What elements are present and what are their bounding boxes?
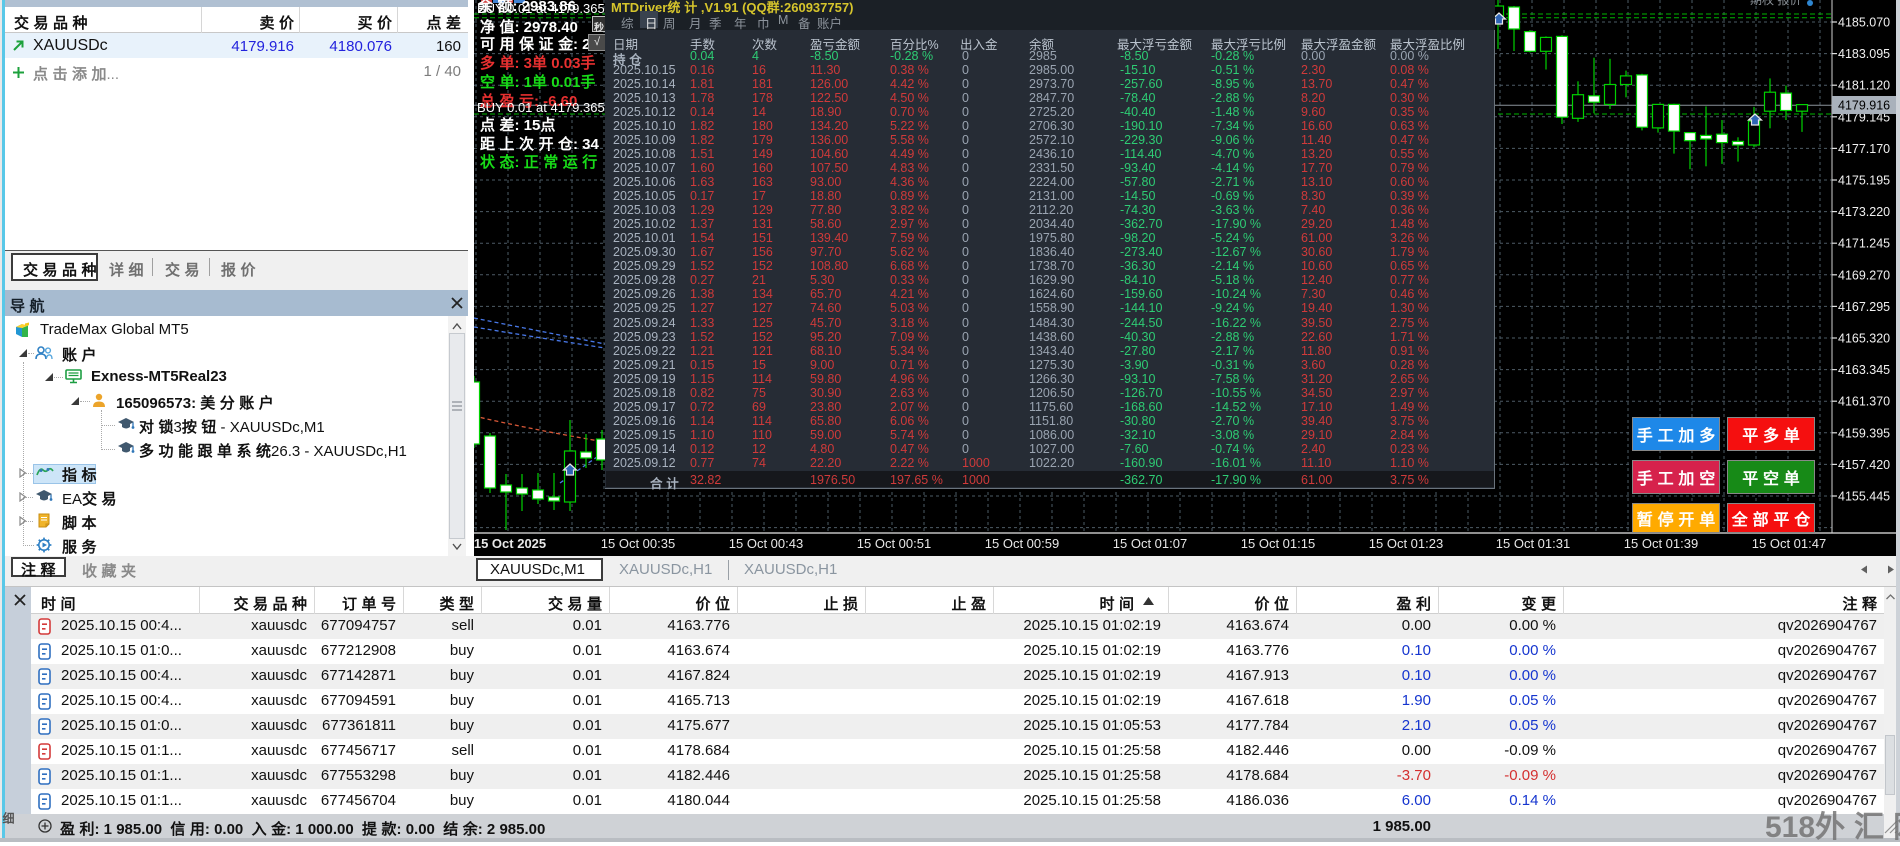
svg-text:15 Oct 01:31: 15 Oct 01:31 [1496,536,1570,551]
svg-text:15 Oct 01:07: 15 Oct 01:07 [1113,536,1187,551]
svg-text:期权 报价: 期权 报价 [1750,0,1801,7]
svg-text:4179.916: 4179.916 [1838,99,1890,113]
svg-text:15 Oct 01:23: 15 Oct 01:23 [1369,536,1443,551]
svg-text:15 Oct 01:47: 15 Oct 01:47 [1752,536,1826,551]
svg-text:4167.295: 4167.295 [1838,300,1890,314]
svg-text:4169.270: 4169.270 [1838,268,1890,282]
svg-text:15 Oct 00:43: 15 Oct 00:43 [729,536,803,551]
svg-text:4181.120: 4181.120 [1838,79,1890,93]
svg-text:15 Oct 01:39: 15 Oct 01:39 [1624,536,1698,551]
svg-text:15 Oct 01:15: 15 Oct 01:15 [1241,536,1315,551]
svg-text:15 Oct 2025: 15 Oct 2025 [474,536,546,551]
svg-text:4171.245: 4171.245 [1838,237,1890,251]
svg-text:4159.395: 4159.395 [1838,426,1890,440]
svg-text:4165.320: 4165.320 [1838,332,1890,346]
svg-text:4163.345: 4163.345 [1838,363,1890,377]
svg-text:4157.420: 4157.420 [1838,458,1890,472]
svg-text:15 Oct 00:35: 15 Oct 00:35 [601,536,675,551]
svg-text:15 Oct 00:51: 15 Oct 00:51 [857,536,931,551]
svg-text:4155.445: 4155.445 [1838,490,1890,504]
svg-text:15 Oct 00:59: 15 Oct 00:59 [985,536,1059,551]
svg-text:4173.220: 4173.220 [1838,205,1890,219]
svg-text:4161.370: 4161.370 [1838,395,1890,409]
svg-text:4177.170: 4177.170 [1838,142,1890,156]
svg-text:4183.095: 4183.095 [1838,47,1890,61]
svg-text:4185.070: 4185.070 [1838,16,1890,30]
svg-text:4175.195: 4175.195 [1838,174,1890,188]
